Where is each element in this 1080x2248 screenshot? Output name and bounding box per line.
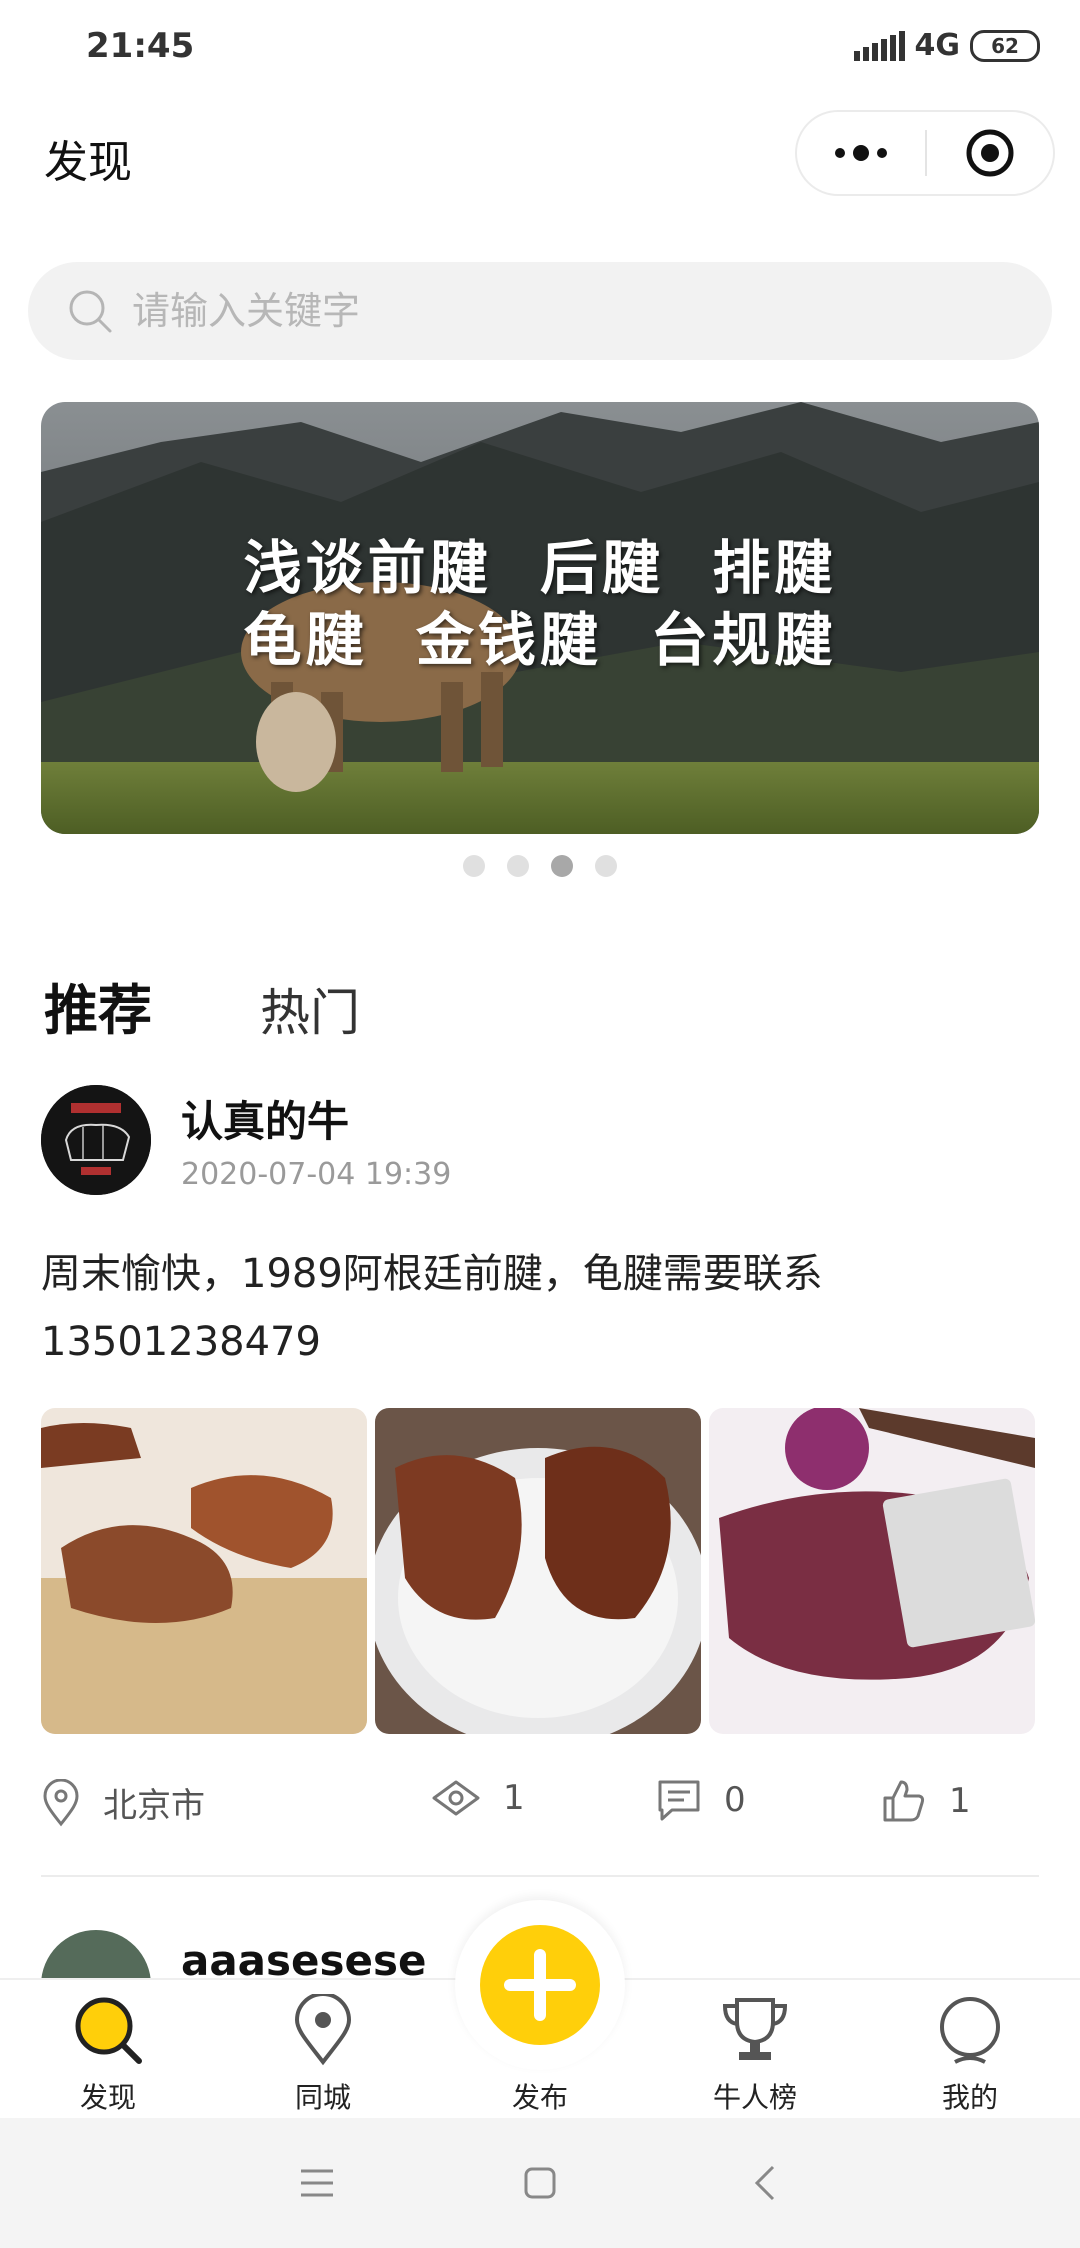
tab-recommended[interactable]: 推荐 (38, 966, 162, 1045)
banner-line-1: 浅谈前腱 后腱 排腱 (243, 534, 837, 602)
comment-icon (658, 1780, 700, 1821)
system-navigation-bar (0, 2118, 1080, 2248)
more-dot-icon (877, 148, 887, 158)
search-bar[interactable] (28, 262, 1052, 360)
search-icon (69, 290, 112, 333)
avatar[interactable] (41, 1085, 151, 1195)
post-image-grid (41, 1408, 1035, 1734)
page-title: 发现 (44, 137, 132, 188)
more-button[interactable] (797, 112, 925, 194)
author-block: 认真的牛 2020-07-04 19:39 (181, 1088, 451, 1192)
tab-hot[interactable]: 热门 (260, 973, 360, 1045)
status-indicators: 4G 62 (853, 28, 1040, 63)
status-bar: 21:45 4G 62 (0, 0, 1080, 96)
tabbar-item-discover[interactable]: 发现 (38, 1990, 178, 2116)
carousel-dot[interactable] (507, 855, 529, 877)
tabbar-item-nearby[interactable]: 同城 (253, 1990, 393, 2116)
carousel-dot[interactable] (463, 855, 485, 877)
views-count: 1 (503, 1778, 525, 1818)
miniprogram-capsule (795, 110, 1055, 196)
post-text-line: 13501238479 (41, 1319, 321, 1365)
location[interactable]: 北京市 (41, 1778, 205, 1827)
search-input[interactable] (132, 289, 932, 333)
trophy-icon (722, 1998, 788, 2060)
post-timestamp: 2020-07-04 19:39 (181, 1157, 452, 1192)
tab-label: 热门 (260, 984, 360, 1042)
location-pin-icon (294, 1994, 352, 2066)
chevron-left-icon (754, 2165, 775, 2201)
avatar-image (41, 1085, 151, 1195)
post-content[interactable]: 周末愉快，1989阿根廷前腱，龟腱需要联系 13501238479 (41, 1240, 941, 1376)
close-miniprogram-button[interactable] (927, 112, 1053, 194)
target-icon (966, 129, 1014, 177)
publish-button[interactable] (480, 1925, 600, 2045)
banner-carousel[interactable]: 浅谈前腱 后腱 排腱 龟腱 金钱腱 台规腱 (41, 402, 1039, 834)
more-dot-icon (853, 145, 869, 161)
carousel-dot[interactable] (595, 855, 617, 877)
home-button[interactable] (510, 2158, 570, 2208)
tabbar-label: 牛人榜 (712, 2081, 797, 2114)
thumbs-up-icon (883, 1780, 925, 1822)
status-time: 21:45 (86, 26, 195, 66)
profile-icon (940, 1997, 1000, 2064)
carousel-dot-active[interactable] (551, 855, 573, 877)
post-text-line: 周末愉快，1989阿根廷前腱，龟腱需要联系 (41, 1251, 823, 1297)
tab-label: 推荐 (44, 979, 152, 1042)
eye-icon (432, 1780, 480, 1816)
battery-icon: 62 (970, 29, 1040, 62)
recents-button[interactable] (287, 2158, 347, 2208)
square-icon (524, 2167, 556, 2199)
post-header: 认真的牛 2020-07-04 19:39 (41, 1085, 451, 1195)
banner-text: 浅谈前腱 后腱 排腱 龟腱 金钱腱 台规腱 (41, 532, 1039, 676)
network-type: 4G (914, 28, 961, 63)
author-name[interactable]: 认真的牛 (181, 1088, 451, 1149)
post-meta-bar: 北京市 1 0 1 (41, 1778, 1041, 1834)
feed-tabs: 推荐 热门 (38, 966, 360, 1045)
location-text: 北京市 (103, 1786, 205, 1826)
back-button[interactable] (735, 2158, 795, 2208)
views: 1 (431, 1778, 525, 1818)
post-divider (41, 1875, 1039, 1877)
location-pin-icon (43, 1778, 79, 1826)
tabbar-item-ranking[interactable]: 牛人榜 (685, 1990, 825, 2116)
likes-count: 1 (949, 1781, 971, 1821)
tabbar-label: 发现 (79, 2081, 136, 2114)
likes[interactable]: 1 (881, 1778, 971, 1824)
banner-line-2: 龟腱 金钱腱 台规腱 (243, 606, 837, 674)
post-image[interactable] (375, 1408, 701, 1734)
comments[interactable]: 0 (656, 1778, 746, 1822)
post-image[interactable] (41, 1408, 367, 1734)
publish-label: 发布 (511, 2081, 568, 2114)
battery-level: 62 (991, 33, 1019, 58)
tabbar-item-mine[interactable]: 我的 (900, 1990, 1040, 2116)
comments-count: 0 (724, 1780, 746, 1820)
carousel-indicator (0, 855, 1080, 877)
discover-search-icon (75, 1997, 142, 2064)
post-image[interactable] (709, 1408, 1035, 1734)
plus-icon (504, 1949, 576, 2021)
more-dot-icon (835, 148, 845, 158)
menu-icon (301, 2169, 333, 2197)
signal-icon (853, 30, 905, 61)
publish-button-wrapper (455, 1900, 625, 2070)
tabbar-label: 同城 (294, 2081, 351, 2114)
tabbar-label: 我的 (941, 2081, 998, 2114)
